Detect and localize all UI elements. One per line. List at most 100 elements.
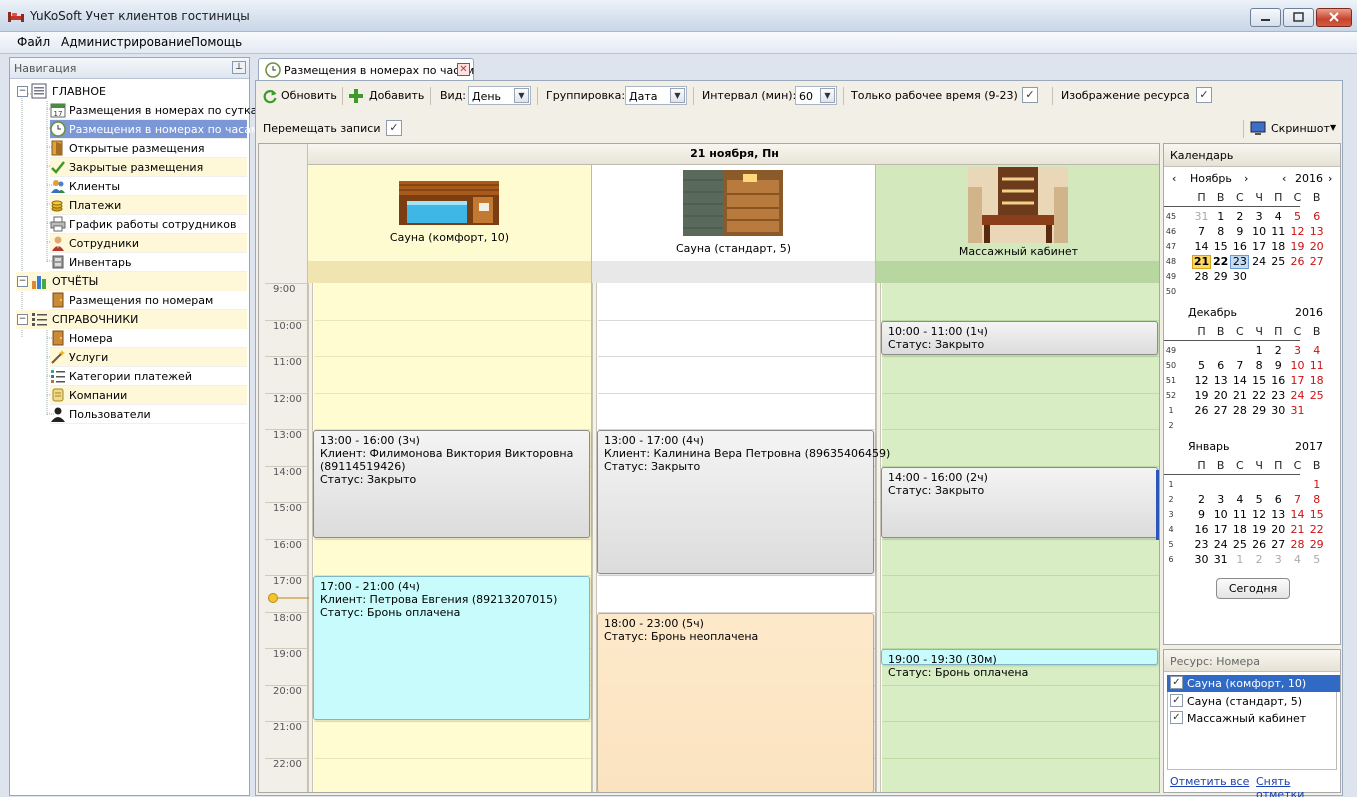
calendar-day[interactable]: 9 — [1192, 508, 1211, 522]
nav-item-payments[interactable]: Платежи — [50, 196, 247, 215]
calendar-day[interactable]: 18 — [1230, 523, 1249, 537]
nav-item-inventory[interactable]: Инвентарь — [50, 253, 247, 272]
calendar-day[interactable]: 5 — [1192, 359, 1211, 373]
chevron-down-icon[interactable]: ▼ — [670, 88, 685, 103]
calendar-day[interactable]: 3 — [1250, 210, 1269, 224]
calendar-day[interactable]: 11 — [1230, 508, 1249, 522]
nav-item-clients[interactable]: Клиенты — [50, 177, 247, 196]
calendar-day[interactable]: 24 — [1288, 389, 1307, 403]
tab-hourly-placements[interactable]: Размещения в номерах по часам ✕ — [258, 58, 474, 81]
calendar-day[interactable]: 31 — [1288, 404, 1307, 418]
calendar-day[interactable]: 27 — [1269, 538, 1288, 552]
calendar-day[interactable]: 21 — [1192, 255, 1211, 269]
nav-item-companies[interactable]: Компании — [50, 386, 247, 405]
next-month-icon[interactable]: › — [1244, 172, 1248, 185]
calendar-day[interactable]: 24 — [1250, 255, 1269, 269]
calendar-day[interactable]: 23 — [1230, 255, 1250, 269]
calendar-day[interactable]: 20 — [1211, 389, 1230, 403]
add-button[interactable]: Добавить — [369, 89, 424, 102]
calendar-day[interactable]: 12 — [1250, 508, 1269, 522]
calendar-day[interactable]: 19 — [1250, 523, 1269, 537]
calendar-day[interactable]: 14 — [1230, 374, 1249, 388]
uncheck-all-link[interactable]: Снять отметки — [1256, 775, 1340, 797]
calendar-day[interactable]: 7 — [1192, 225, 1211, 239]
calendar-day[interactable]: 21 — [1288, 523, 1307, 537]
calendar-day[interactable]: 5 — [1307, 553, 1326, 567]
calendar-day[interactable]: 11 — [1269, 225, 1288, 239]
calendar-day[interactable]: 25 — [1230, 538, 1249, 552]
calendar-day[interactable]: 26 — [1288, 255, 1307, 269]
resource-item-standard[interactable]: ✓ Сауна (стандарт, 5) — [1167, 693, 1340, 710]
appointment-card[interactable]: 13:00 - 17:00 (4ч) Клиент: Калинина Вера … — [597, 430, 890, 574]
check-all-link[interactable]: Отметить все — [1170, 775, 1249, 788]
calendar-day[interactable]: 1 — [1230, 553, 1249, 567]
calendar-day[interactable]: 16 — [1269, 374, 1288, 388]
resource-checkbox[interactable]: ✓ — [1170, 694, 1183, 707]
calendar-day[interactable]: 30 — [1230, 270, 1249, 284]
calendar-day[interactable]: 6 — [1307, 210, 1326, 224]
calendar-day[interactable]: 15 — [1211, 240, 1230, 254]
calendar-day[interactable]: 28 — [1230, 404, 1249, 418]
calendar-day[interactable]: 7 — [1230, 359, 1249, 373]
refresh-button[interactable]: Обновить — [281, 89, 337, 102]
calendar-day[interactable]: 13 — [1307, 225, 1326, 239]
prev-year-icon[interactable]: ‹ — [1282, 172, 1286, 185]
calendar-day[interactable]: 17 — [1288, 374, 1307, 388]
title-bar[interactable]: YuKoSoft Учет клиентов гостиницы — [0, 0, 1357, 32]
calendar-day[interactable]: 3 — [1211, 493, 1230, 507]
calendar-day[interactable]: 28 — [1288, 538, 1307, 552]
calendar-day[interactable]: 22 — [1211, 255, 1230, 269]
calendar-day[interactable]: 15 — [1250, 374, 1269, 388]
calendar-day[interactable]: 29 — [1211, 270, 1230, 284]
month-name[interactable]: Январь — [1188, 440, 1230, 453]
month-name[interactable]: Ноябрь — [1190, 172, 1232, 185]
nav-item-rooms[interactable]: Номера — [50, 329, 247, 348]
calendar-day[interactable]: 3 — [1288, 344, 1307, 358]
calendar-day[interactable]: 27 — [1307, 255, 1326, 269]
calendar-day[interactable]: 28 — [1192, 270, 1211, 284]
calendar-day[interactable]: 7 — [1288, 493, 1307, 507]
nav-item-placements-by-room[interactable]: Размещения по номерам — [50, 291, 247, 310]
calendar-day[interactable]: 21 — [1230, 389, 1249, 403]
calendar-day[interactable]: 4 — [1230, 493, 1249, 507]
collapse-icon[interactable]: − — [17, 86, 28, 97]
calendar-day[interactable]: 4 — [1307, 344, 1326, 358]
calendar-day[interactable]: 18 — [1269, 240, 1288, 254]
calendar-day[interactable]: 16 — [1230, 240, 1249, 254]
calendar-day[interactable]: 6 — [1211, 359, 1230, 373]
menu-file[interactable]: Файл — [17, 35, 50, 49]
calendar-day[interactable]: 13 — [1211, 374, 1230, 388]
month-year[interactable]: 2016 — [1295, 172, 1323, 185]
calendar-day[interactable]: 10 — [1211, 508, 1230, 522]
calendar-day[interactable]: 22 — [1307, 523, 1326, 537]
screenshot-button[interactable]: Скриншот — [1271, 122, 1330, 135]
chevron-down-icon[interactable]: ▼ — [820, 88, 835, 103]
calendar-day[interactable]: 16 — [1192, 523, 1211, 537]
calendar-day[interactable]: 19 — [1288, 240, 1307, 254]
nav-item-hourly-placements[interactable]: Размещения в номерах по часам — [50, 120, 259, 139]
menu-administration[interactable]: Администрирование — [61, 35, 191, 49]
pin-icon[interactable]: ⊥ — [232, 61, 246, 74]
appointment-card[interactable]: 18:00 - 23:00 (5ч) Статус: Бронь неоплаче… — [597, 612, 874, 792]
calendar-day[interactable]: 1 — [1250, 344, 1269, 358]
calendar-day[interactable]: 8 — [1250, 359, 1269, 373]
calendar-day[interactable]: 30 — [1269, 404, 1288, 418]
calendar-day[interactable]: 4 — [1269, 210, 1288, 224]
calendar-day[interactable]: 30 — [1192, 553, 1211, 567]
calendar-day[interactable]: 20 — [1307, 240, 1326, 254]
calendar-day[interactable]: 24 — [1211, 538, 1230, 552]
calendar-day[interactable]: 12 — [1192, 374, 1211, 388]
interval-select[interactable]: 60 ▼ — [795, 86, 837, 105]
calendar-day[interactable]: 26 — [1192, 404, 1211, 418]
calendar-day[interactable]: 8 — [1211, 225, 1230, 239]
calendar-day[interactable]: 25 — [1307, 389, 1326, 403]
calendar-day[interactable]: 11 — [1307, 359, 1326, 373]
appointment-card[interactable]: 10:00 - 11:00 (1ч) Статус: Закрыто — [881, 320, 1158, 355]
view-select[interactable]: День ▼ — [468, 86, 531, 105]
calendar-day[interactable]: 2 — [1269, 344, 1288, 358]
calendar-day[interactable]: 23 — [1269, 389, 1288, 403]
calendar-day[interactable]: 29 — [1250, 404, 1269, 418]
nav-item-daily-placements[interactable]: 17 Размещения в номерах по суткам — [50, 101, 266, 120]
calendar-day[interactable]: 14 — [1192, 240, 1211, 254]
chevron-down-icon[interactable]: ▼ — [514, 88, 529, 103]
